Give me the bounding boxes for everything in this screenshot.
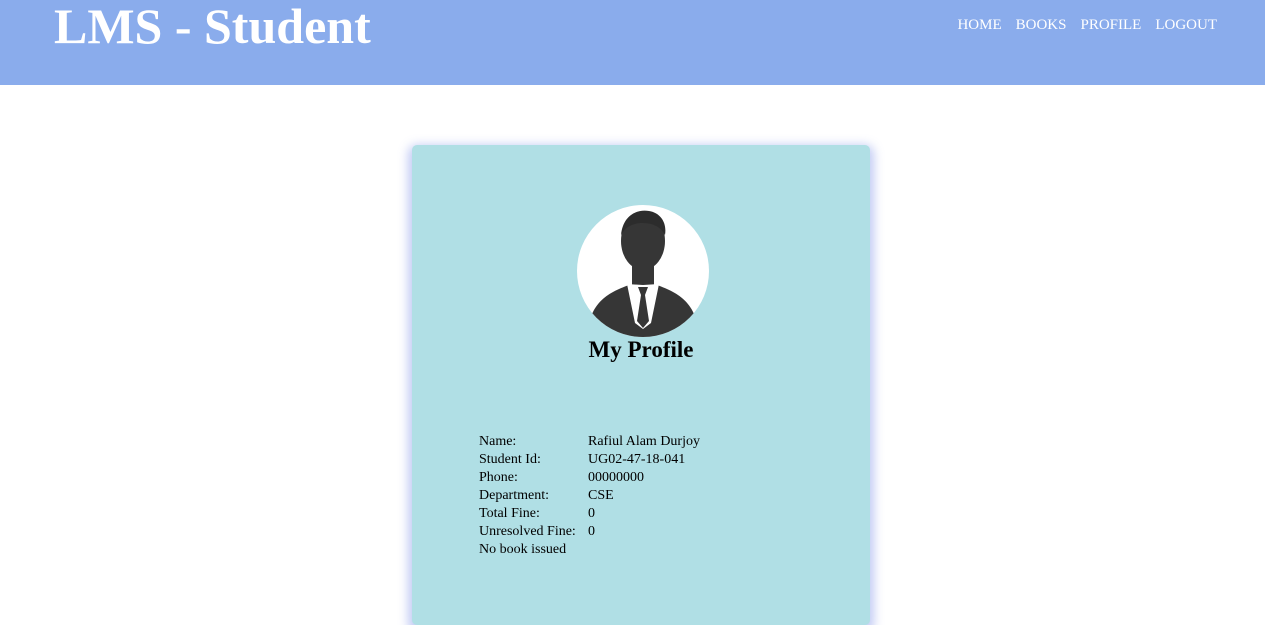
total-fine-label: Total Fine: [479, 506, 540, 521]
nav-profile-link[interactable]: PROFILE [1081, 16, 1142, 34]
main-nav: HOME BOOKS PROFILE LOGOUT [957, 16, 1217, 34]
nav-logout-link[interactable]: LOGOUT [1155, 16, 1217, 34]
department-label: Department: [479, 488, 549, 503]
student-id-label: Student Id: [479, 452, 541, 467]
department-value: CSE [588, 488, 614, 503]
profile-heading: My Profile [588, 337, 694, 362]
phone-row: Phone: 00000000 [479, 469, 700, 487]
unresolved-fine-row: Unresolved Fine: 0 [479, 523, 700, 541]
student-id-value: UG02-47-18-041 [588, 452, 686, 467]
name-row: Name: Rafiul Alam Durjoy [479, 433, 700, 451]
unresolved-fine-value: 0 [588, 524, 595, 539]
total-fine-value: 0 [588, 506, 595, 521]
profile-card: My Profile Name: Rafiul Alam Durjoy Stud… [412, 145, 870, 625]
department-row: Department: CSE [479, 487, 700, 505]
phone-label: Phone: [479, 470, 518, 485]
unresolved-fine-label: Unresolved Fine: [479, 524, 576, 539]
total-fine-row: Total Fine: 0 [479, 505, 700, 523]
nav-home-link[interactable]: HOME [957, 16, 1001, 34]
name-value: Rafiul Alam Durjoy [588, 434, 700, 449]
header-bar: LMS - Student HOME BOOKS PROFILE LOGOUT [0, 0, 1265, 85]
profile-details: Name: Rafiul Alam Durjoy Student Id: UG0… [479, 433, 700, 559]
site-title: LMS - Student [54, 0, 371, 54]
student-id-row: Student Id: UG02-47-18-041 [479, 451, 700, 469]
name-label: Name: [479, 434, 517, 449]
issued-books-status: No book issued [479, 542, 567, 557]
nav-books-link[interactable]: BOOKS [1016, 16, 1067, 34]
user-silhouette-icon [587, 210, 699, 337]
phone-value: 00000000 [588, 470, 644, 485]
avatar [577, 205, 709, 337]
